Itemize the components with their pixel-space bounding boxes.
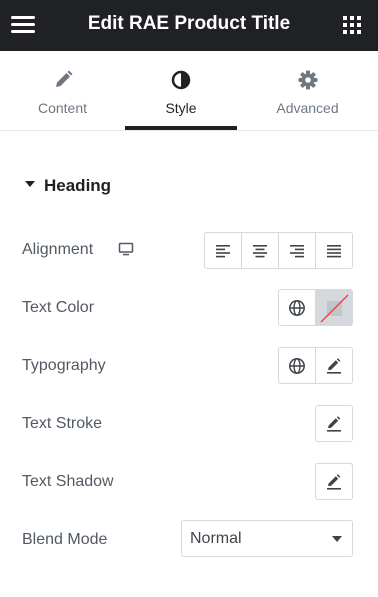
globe-icon (288, 357, 305, 374)
hamburger-line (11, 30, 35, 33)
align-right-icon (290, 244, 304, 257)
align-center-button[interactable] (242, 233, 279, 268)
tab-content-label: Content (37, 100, 88, 116)
pencil-icon (0, 69, 125, 91)
panel-title: Edit RAE Product Title (87, 13, 291, 34)
no-color-icon (320, 294, 348, 323)
blend-mode-value: Normal (190, 530, 242, 547)
color-picker-swatch[interactable] (315, 290, 352, 325)
alignment-control (204, 232, 353, 269)
gear-icon (237, 69, 378, 91)
text-stroke-edit-button[interactable] (315, 405, 353, 442)
heading-section-toggle[interactable]: Heading (22, 172, 222, 198)
text-color-label: Text Color (22, 299, 95, 316)
tab-content[interactable]: Content (0, 51, 125, 131)
typography-label: Typography (22, 357, 106, 374)
blend-mode-label: Blend Mode (22, 531, 108, 548)
caret-down-icon (25, 181, 35, 187)
align-justify-button[interactable] (316, 233, 352, 268)
hamburger-menu-icon[interactable] (10, 12, 36, 36)
text-shadow-edit-button[interactable] (315, 463, 353, 500)
global-fonts-button[interactable] (279, 348, 316, 383)
hamburger-line (11, 23, 35, 26)
panel-tabs: Content Style Advanced (0, 51, 378, 131)
text-color-control (278, 289, 353, 326)
pencil-icon (327, 415, 341, 432)
typography-edit-button[interactable] (316, 348, 353, 383)
typography-control (278, 347, 353, 384)
tab-advanced-label: Advanced (276, 100, 339, 116)
align-left-button[interactable] (205, 233, 242, 268)
align-right-button[interactable] (279, 233, 316, 268)
blend-mode-select[interactable]: Normal (181, 520, 353, 557)
tab-style[interactable]: Style (125, 51, 237, 131)
align-left-icon (216, 244, 230, 257)
active-tab-indicator (125, 126, 237, 130)
align-justify-icon (327, 244, 341, 257)
pencil-icon (326, 357, 341, 374)
widgets-grid-icon[interactable] (342, 15, 362, 35)
chevron-down-icon (332, 536, 342, 542)
editor-header: Edit RAE Product Title (0, 0, 378, 51)
alignment-label: Alignment (22, 241, 94, 258)
text-shadow-label: Text Shadow (22, 473, 114, 490)
desktop-icon[interactable] (118, 241, 134, 257)
text-stroke-label: Text Stroke (22, 415, 103, 432)
hamburger-line (11, 16, 35, 19)
global-colors-button[interactable] (279, 290, 316, 325)
tab-style-label: Style (165, 100, 197, 116)
half-circle-icon (125, 69, 237, 91)
tab-advanced[interactable]: Advanced (237, 51, 378, 131)
globe-icon (288, 299, 305, 316)
pencil-icon (327, 473, 341, 490)
align-center-icon (253, 244, 267, 257)
section-title: Heading (44, 176, 112, 195)
